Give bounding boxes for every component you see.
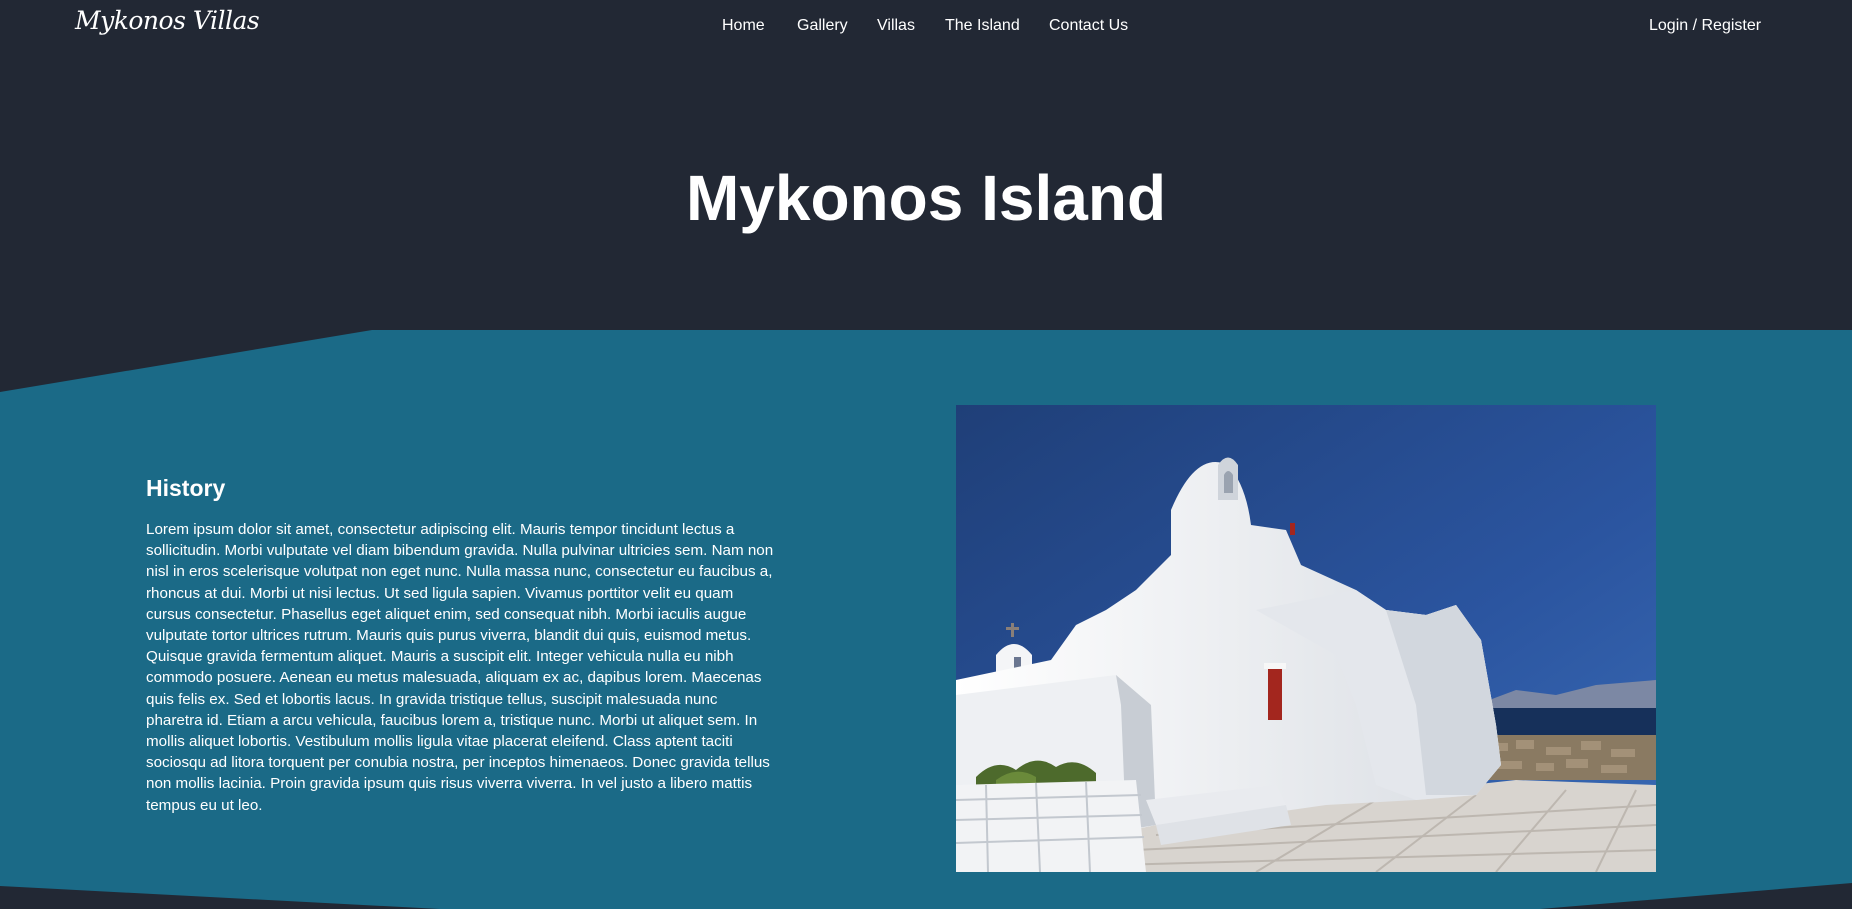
main-nav: Home Gallery Villas The Island Contact U… [0,17,1852,39]
church-photo [956,405,1656,872]
history-text: Lorem ipsum dolor sit amet, consectetur … [146,521,774,814]
nav-gallery-link[interactable]: Gallery [797,17,848,35]
nav-the-island-link[interactable]: The Island [945,17,1020,35]
login-register-link[interactable]: Login / Register [1649,17,1761,35]
nav-home-link[interactable]: Home [722,17,765,35]
page: Mykonos Villas Home Gallery Villas The I… [0,0,1852,909]
nav-villas-link[interactable]: Villas [877,17,915,35]
nav-contact-us-link[interactable]: Contact Us [1049,17,1128,35]
page-title: Mykonos Island [685,162,1167,234]
history-heading: History [146,475,226,501]
